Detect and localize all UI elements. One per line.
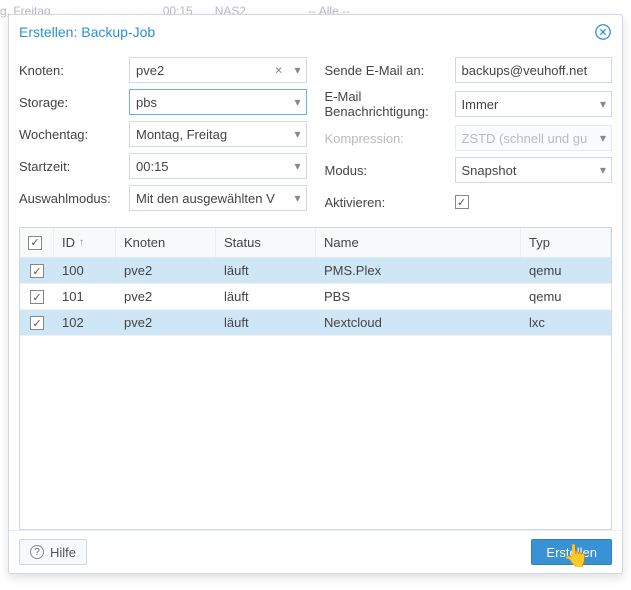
cell-status: läuft <box>216 315 316 330</box>
input-kompression <box>455 125 613 151</box>
close-icon[interactable] <box>594 23 612 41</box>
cell-knoten: pve2 <box>116 289 216 304</box>
input-storage[interactable] <box>129 89 307 115</box>
table-row[interactable]: 101pve2läuftPBSqemu <box>20 284 611 310</box>
cell-typ: qemu <box>521 263 611 278</box>
field-label: Modus: <box>325 163 455 178</box>
cell-status: läuft <box>216 289 316 304</box>
field-label: Storage: <box>19 95 129 110</box>
cell-id: 101 <box>54 289 116 304</box>
field-label: Kompression: <box>325 131 455 146</box>
cell-status: läuft <box>216 263 316 278</box>
input-modus[interactable] <box>455 157 613 183</box>
col-id[interactable]: ID↑ <box>54 228 116 257</box>
clear-icon[interactable]: × <box>275 63 283 78</box>
field-label: Wochentag: <box>19 127 129 142</box>
help-button[interactable]: ? Hilfe <box>19 539 87 565</box>
form-area: Knoten:×▾Storage:▾Wochentag:▾Startzeit:▾… <box>9 49 622 227</box>
cell-knoten: pve2 <box>116 263 216 278</box>
field-label: E-Mail Benachrichtigung: <box>325 89 455 119</box>
sort-asc-icon: ↑ <box>79 237 84 248</box>
dialog-title: Erstellen: Backup-Job <box>19 24 155 40</box>
vm-table: ID↑ Knoten Status Name Typ 100pve2läuftP… <box>19 227 612 530</box>
col-name[interactable]: Name <box>316 228 521 257</box>
field-label: Auswahlmodus: <box>19 191 129 206</box>
input-wochentag[interactable] <box>129 121 307 147</box>
cell-knoten: pve2 <box>116 315 216 330</box>
cell-name: PMS.Plex <box>316 263 521 278</box>
col-typ[interactable]: Typ <box>521 228 611 257</box>
input-emailbenachrichtigung[interactable] <box>455 91 613 117</box>
table-row[interactable]: 100pve2läuftPMS.Plexqemu <box>20 258 611 284</box>
field-label: Sende E-Mail an: <box>325 63 455 78</box>
cell-id: 100 <box>54 263 116 278</box>
row-checkbox[interactable] <box>30 290 44 304</box>
row-checkbox[interactable] <box>30 316 44 330</box>
cell-name: PBS <box>316 289 521 304</box>
input-sendeemailan[interactable] <box>455 57 613 83</box>
field-label: Knoten: <box>19 63 129 78</box>
dialog-window: Erstellen: Backup-Job Knoten:×▾Storage:▾… <box>8 14 623 574</box>
cell-typ: qemu <box>521 289 611 304</box>
activate-checkbox[interactable] <box>455 195 469 209</box>
help-icon: ? <box>30 545 44 559</box>
field-label: Aktivieren: <box>325 195 455 210</box>
select-all-checkbox[interactable] <box>28 236 42 250</box>
cell-name: Nextcloud <box>316 315 521 330</box>
field-label: Startzeit: <box>19 159 129 174</box>
create-button[interactable]: Erstellen <box>531 539 612 565</box>
table-header: ID↑ Knoten Status Name Typ <box>20 228 611 258</box>
dialog-footer: ? Hilfe Erstellen 👆 <box>9 530 622 573</box>
cell-id: 102 <box>54 315 116 330</box>
titlebar: Erstellen: Backup-Job <box>9 15 622 49</box>
cell-typ: lxc <box>521 315 611 330</box>
col-knoten[interactable]: Knoten <box>116 228 216 257</box>
row-checkbox[interactable] <box>30 264 44 278</box>
input-startzeit[interactable] <box>129 153 307 179</box>
table-row[interactable]: 102pve2läuftNextcloudlxc <box>20 310 611 336</box>
col-status[interactable]: Status <box>216 228 316 257</box>
input-auswahlmodus[interactable] <box>129 185 307 211</box>
